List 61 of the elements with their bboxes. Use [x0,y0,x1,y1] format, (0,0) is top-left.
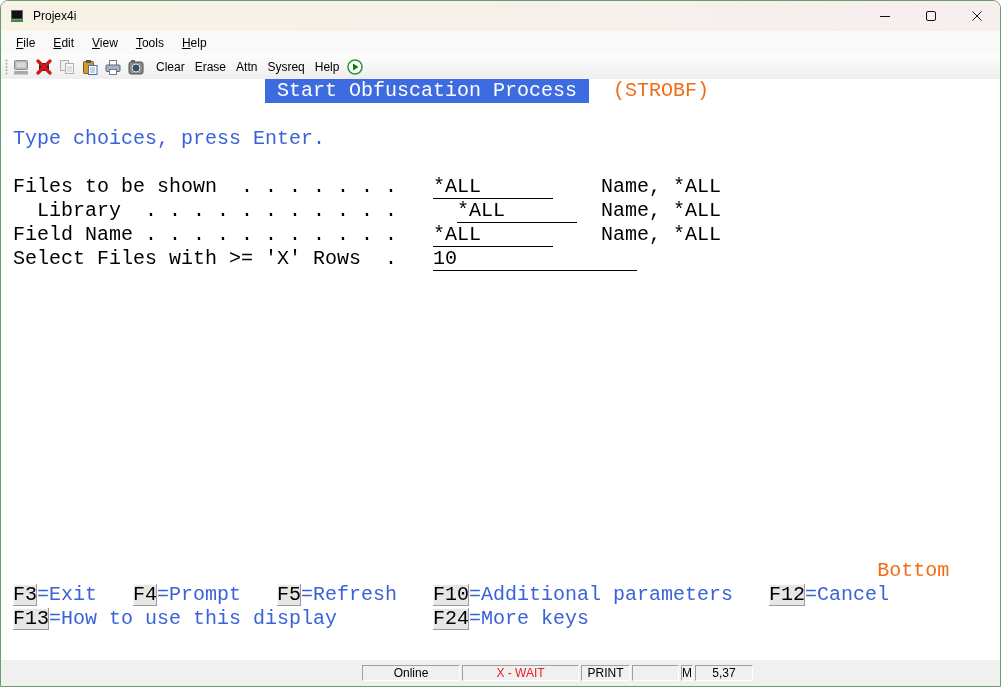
function-key[interactable]: F4 [133,584,158,606]
function-key[interactable]: F10 [433,584,470,606]
menu-item[interactable]: Help [172,34,216,51]
instruction-text: Type choices, press Enter. [13,127,326,151]
command-name: (STROBF) [613,79,710,103]
field-hint: Name, *ALL [601,223,722,247]
status-panel [632,665,679,681]
menu-item[interactable]: File [7,34,45,51]
key-description: =Additional parameters [469,583,734,607]
field-label: Library [37,199,121,223]
menu-item[interactable]: Tools [126,34,173,51]
field-label: Field Name [13,223,134,247]
function-key[interactable]: F3 [13,584,37,606]
monitor-icon [11,10,23,22]
field-label: Files to be shown [13,175,218,199]
input-field[interactable]: *ALL [433,223,554,247]
function-key[interactable]: F24 [433,608,470,630]
grip-icon[interactable] [5,58,8,75]
status-panel: Online [362,665,460,681]
status-panel: M [681,665,693,681]
menu-item[interactable]: Edit [44,34,84,51]
camera-icon[interactable] [128,58,144,75]
toolbar-button[interactable]: Clear [151,58,190,75]
screen-title: Start Obfuscation Process [265,79,590,103]
status-panel: PRINT [581,665,630,681]
leader-dots: . [385,247,398,271]
leader-dots: . . . . . . . . . . . [145,223,398,247]
status-panel: 5,37 [695,665,753,681]
status-panel: X - WAIT [462,665,579,681]
cross-icon[interactable] [36,58,52,75]
toolbar-button[interactable]: Help [309,58,345,75]
window-title: Projex4i [33,9,77,23]
minimize-icon[interactable] [880,15,890,17]
maximize-icon[interactable] [926,11,936,21]
clipboard-icon[interactable] [82,58,98,75]
input-field[interactable]: *ALL [457,199,578,223]
scroll-indicator: Bottom [877,559,950,583]
play-icon[interactable] [347,58,364,75]
key-description: =Exit [37,583,98,607]
function-key[interactable]: F13 [13,608,49,630]
function-key[interactable]: F5 [277,584,302,606]
key-description: =Refresh [301,583,398,607]
input-field[interactable]: 10 [433,247,638,271]
printer-icon[interactable] [105,58,121,75]
close-icon[interactable] [972,11,982,21]
toolbar-button[interactable]: Attn [231,58,263,75]
key-description: =More keys [469,607,590,631]
leader-dots: . . . . . . . [241,175,398,199]
monitor-icon[interactable] [13,58,29,75]
leader-dots: . . . . . . . . . . . [145,199,398,223]
toolbar-button[interactable]: Erase [189,58,232,75]
key-description: =Prompt [157,583,242,607]
input-field[interactable]: *ALL [433,175,554,199]
toolbar-button[interactable]: Sysreq [262,58,310,75]
field-hint: Name, *ALL [601,175,722,199]
key-description: =How to use this display [49,607,338,631]
field-label: Select Files with >= 'X' Rows [13,247,362,271]
key-description: =Cancel [805,583,890,607]
function-key[interactable]: F12 [769,584,806,606]
field-hint: Name, *ALL [601,199,722,223]
menu-item[interactable]: View [83,34,127,51]
